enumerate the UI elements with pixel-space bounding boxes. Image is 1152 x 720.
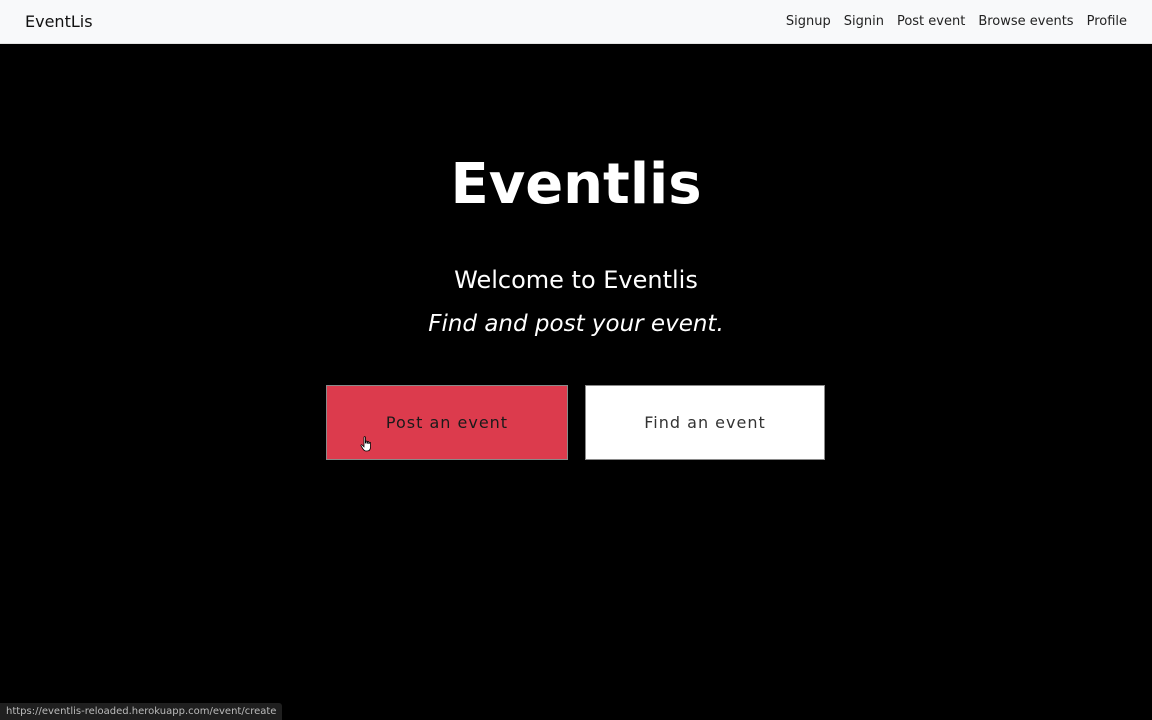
hero-title: Eventlis: [450, 152, 702, 217]
find-event-button[interactable]: Find an event: [585, 385, 825, 460]
nav-link-profile[interactable]: Profile: [1087, 13, 1127, 31]
hero-tagline: Find and post your event.: [428, 311, 724, 337]
hero-section: Eventlis Welcome to Eventlis Find and po…: [0, 44, 1152, 720]
hero-welcome-text: Welcome to Eventlis: [454, 266, 698, 294]
brand-link[interactable]: EventLis: [25, 12, 93, 32]
hand-pointer-icon: [360, 436, 371, 452]
nav-link-post-event[interactable]: Post event: [897, 13, 965, 31]
nav-link-signup[interactable]: Signup: [786, 13, 831, 31]
status-bar-url: https://eventlis-reloaded.herokuapp.com/…: [0, 703, 283, 720]
nav-links: Signup Signin Post event Browse events P…: [786, 13, 1127, 31]
nav-link-signin[interactable]: Signin: [844, 13, 884, 31]
navbar: EventLis Signup Signin Post event Browse…: [0, 0, 1152, 44]
nav-link-browse-events[interactable]: Browse events: [978, 13, 1073, 31]
